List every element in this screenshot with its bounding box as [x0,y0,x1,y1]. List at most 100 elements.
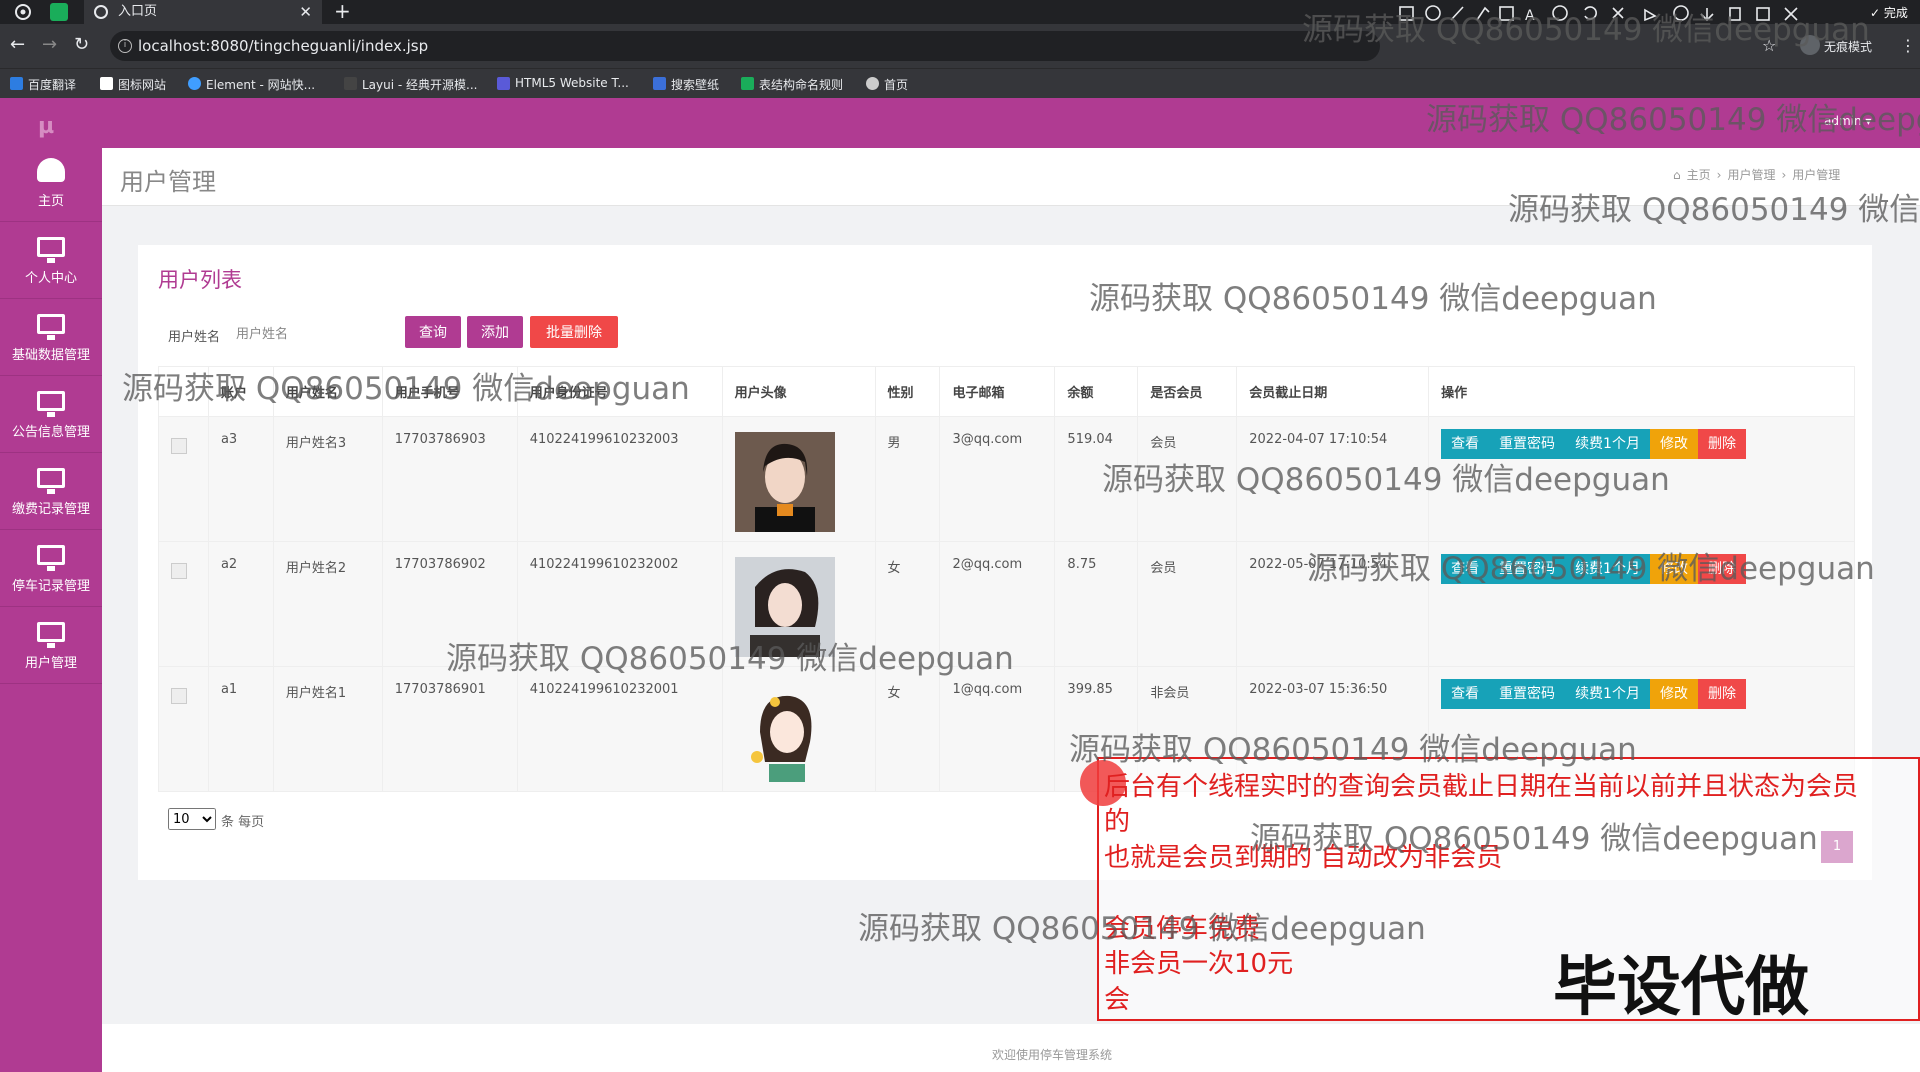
sidebar-item-parking-records[interactable]: 停车记录管理 [0,531,102,607]
user-menu[interactable]: admin ▾ [1824,114,1871,128]
breadcrumb-home[interactable]: 主页 [1687,168,1711,182]
sidebar-item-label: 公告信息管理 [11,425,90,440]
row-checkbox[interactable] [171,563,187,579]
cell-balance: 519.04 [1054,416,1139,542]
chevron-right-icon: › [1716,168,1722,182]
query-button[interactable]: 查询 [405,316,461,348]
column-header [158,366,209,417]
chevron-right-icon: › [1781,168,1787,182]
cell-email: 3@qq.com [939,416,1056,542]
sidebar-item-label: 用户管理 [24,656,77,671]
sidebar-item-payments[interactable]: 缴费记录管理 [0,454,102,530]
annotation-line: 会员停车免费 [1104,914,1261,944]
delete-button[interactable]: 删除 [1697,429,1746,459]
renew-month-button[interactable]: 续费1个月 [1565,679,1650,709]
cell-expiry: 2022-05-07 17:10:54 [1236,541,1430,667]
bookmark-item[interactable]: 搜索壁纸 [653,76,719,93]
annotation-line: 会 [1104,985,1131,1015]
sidebar-item-basic-data[interactable]: 基础数据管理 [0,300,102,376]
more-menu-icon[interactable]: ⋮ [1900,36,1916,55]
cell-account: a2 [207,541,274,667]
bookmark-label: Element - 网站快... [206,78,316,92]
forward-icon[interactable]: → [42,34,57,55]
bookmark-item[interactable]: Layui - 经典开源模... [344,76,477,93]
sidebar-item-personal-center[interactable]: 个人中心 [0,223,102,299]
bookmark-item[interactable]: Element - 网站快... [188,76,315,93]
url-field[interactable]: i localhost:8080/tingcheguanli/index.jsp [110,31,1380,61]
reload-icon[interactable]: ↻ [74,34,89,55]
cell-balance: 8.75 [1054,541,1139,667]
renew-month-button[interactable]: 续费1个月 [1565,429,1650,459]
search-label: 用户姓名 [168,330,221,345]
row-actions: 查看 重置密码 续费1个月 修改 删除 [1428,541,1855,667]
page-size-select[interactable]: 10 [168,808,216,830]
wallpaper-icon [653,77,666,90]
translate-icon [10,77,23,90]
tab-entry-page[interactable]: 入口页 ✕ [84,0,322,24]
html5-icon [497,77,510,90]
sidebar-item-users[interactable]: 用户管理 [0,608,102,684]
edit-button[interactable]: 修改 [1649,429,1698,459]
column-header: 操作 [1428,366,1855,417]
logo: µ [38,114,55,139]
view-button[interactable]: 查看 [1441,679,1490,709]
table-row: a3 用户姓名3 17703786903 410224199610232003 … [158,416,1855,542]
annotation-line: 非会员一次10元 [1104,949,1294,979]
bookmark-item[interactable]: 首页 [866,76,908,93]
cell-email: 1@qq.com [939,666,1056,792]
reset-password-button[interactable]: 重置密码 [1489,554,1566,584]
row-checkbox[interactable] [171,438,187,454]
batch-delete-button[interactable]: 批量删除 [530,316,618,348]
sidebar-item-label: 停车记录管理 [11,579,90,594]
bookmark-item[interactable]: 图标网站 [100,76,166,93]
view-button[interactable]: 查看 [1441,554,1490,584]
page-header [102,148,1920,206]
cell-id-card: 410224199610232001 [516,666,723,792]
monitor-icon [37,391,65,417]
monitor-icon [37,468,65,494]
per-page-label: 条 每页 [221,815,265,830]
add-button[interactable]: 添加 [467,316,523,348]
app-tab-icon[interactable] [50,3,68,21]
row-checkbox[interactable] [171,688,187,704]
search-input[interactable] [236,318,386,350]
new-tab-icon[interactable]: + [334,0,351,22]
bookmark-item[interactable]: 表结构命名规则 [741,76,843,93]
element-icon [188,77,201,90]
incognito-indicator[interactable]: 无痕模式 [1800,35,1872,55]
close-icon[interactable]: ✕ [299,0,312,24]
bookmark-item[interactable]: HTML5 Website T... [497,76,629,90]
breadcrumb-item[interactable]: 用户管理 [1727,168,1775,182]
breadcrumb: ⌂ 主页 › 用户管理 › 用户管理 [1673,166,1846,183]
cell-email: 2@qq.com [939,541,1056,667]
column-header: 是否会员 [1137,366,1238,417]
view-button[interactable]: 查看 [1441,429,1490,459]
monitor-icon [37,237,65,263]
reset-password-button[interactable]: 重置密码 [1489,679,1566,709]
column-header: 性别 [874,366,941,417]
cell-phone: 17703786903 [381,416,518,542]
info-icon[interactable]: i [118,39,132,53]
column-header: 用户姓名 [272,366,383,417]
breadcrumb-current: 用户管理 [1792,168,1841,182]
reset-password-button[interactable]: 重置密码 [1489,429,1566,459]
sidebar-item-home[interactable]: 主页 [0,146,102,222]
renew-month-button[interactable]: 续费1个月 [1565,554,1650,584]
delete-button[interactable]: 删除 [1697,679,1746,709]
edit-button[interactable]: 修改 [1649,679,1698,709]
bookmark-item[interactable]: 百度翻译 [10,76,76,93]
bookmarks-bar: 百度翻译 图标网站 Element - 网站快... Layui - 经典开源模… [0,68,1920,98]
edit-button[interactable]: 修改 [1649,554,1698,584]
star-icon[interactable]: ☆ [1762,36,1776,55]
app-topbar [102,98,1920,148]
browser-menu-icon[interactable] [14,3,32,21]
avatar [734,557,835,657]
sidebar-item-announcements[interactable]: 公告信息管理 [0,377,102,453]
bookmark-label: 图标网站 [118,78,167,92]
sidebar: µ 主页 个人中心 基础数据管理 公告信息管理 缴费记录管理 停车记录管理 用户… [0,98,102,1072]
sidebar-item-label: 缴费记录管理 [11,502,90,517]
delete-button[interactable]: 删除 [1697,554,1746,584]
cell-name: 用户姓名2 [272,541,383,667]
screenshot-done-button[interactable]: ✓ 完成 [1870,4,1908,21]
back-icon[interactable]: ← [10,34,25,55]
